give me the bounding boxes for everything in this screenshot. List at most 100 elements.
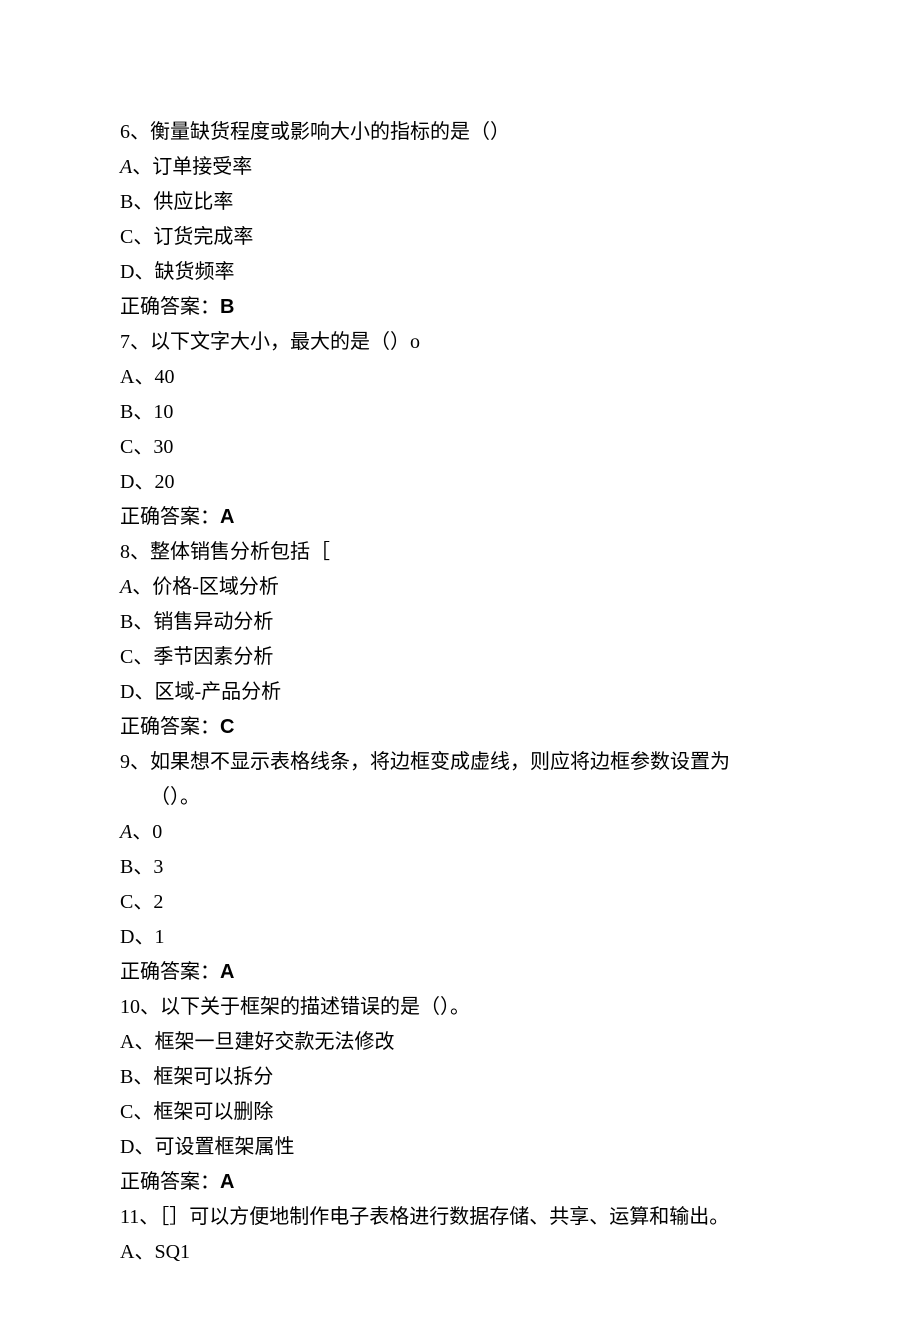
question-option: C、框架可以删除	[120, 1095, 800, 1130]
option-sep: 、	[133, 1066, 153, 1088]
option-sep: 、	[134, 681, 154, 703]
option-sep: 、	[134, 471, 154, 493]
option-letter: A	[120, 1031, 134, 1053]
option-text: 季节因素分析	[153, 646, 273, 668]
question-option: A、SQ1	[120, 1235, 800, 1270]
option-letter: A	[120, 821, 132, 843]
question-option: D、1	[120, 920, 800, 955]
question-option: D、缺货频率	[120, 255, 800, 290]
option-sep: 、	[133, 191, 153, 213]
answer-value: A	[220, 961, 234, 983]
answer-value: C	[220, 716, 234, 738]
question-number: 10、	[120, 996, 160, 1018]
question-option: D、可设置框架属性	[120, 1130, 800, 1165]
option-text: 框架可以删除	[153, 1101, 273, 1123]
question-option: A、40	[120, 360, 800, 395]
answer-line: 正确答案：B	[120, 290, 800, 325]
option-letter: A	[120, 366, 134, 388]
option-letter: D	[120, 261, 134, 283]
option-text: 销售异动分析	[153, 611, 273, 633]
document-content: 6、衡量缺货程度或影响大小的指标的是（） A、订单接受率 B、供应比率 C、订货…	[120, 115, 800, 1270]
question-stem: 6、衡量缺货程度或影响大小的指标的是（）	[120, 115, 800, 150]
answer-label: 正确答案：	[120, 506, 220, 528]
option-letter: C	[120, 226, 133, 248]
question-option: A、0	[120, 815, 800, 850]
option-letter: C	[120, 646, 133, 668]
question-option: B、销售异动分析	[120, 605, 800, 640]
option-sep: 、	[133, 436, 153, 458]
question-number: 7、	[120, 331, 150, 353]
option-text: 0	[152, 821, 162, 843]
option-text: SQ1	[154, 1241, 190, 1263]
question-number: 11、	[120, 1206, 159, 1228]
question-option: A、框架一旦建好交款无法修改	[120, 1025, 800, 1060]
option-sep: 、	[133, 891, 153, 913]
option-sep: 、	[133, 611, 153, 633]
option-sep: 、	[132, 156, 152, 178]
answer-value: A	[220, 1171, 234, 1193]
option-letter: C	[120, 891, 133, 913]
option-sep: 、	[134, 1241, 154, 1263]
question-text: 衡量缺货程度或影响大小的指标的是（）	[150, 121, 510, 143]
option-letter: D	[120, 471, 134, 493]
answer-line: 正确答案：A	[120, 955, 800, 990]
option-letter: A	[120, 576, 132, 598]
option-letter: D	[120, 926, 134, 948]
option-text: 供应比率	[153, 191, 233, 213]
question-text: 如果想不显示表格线条，将边框变成虚线，则应将边框参数设置为	[150, 751, 730, 773]
option-text: 区域-产品分析	[154, 681, 281, 703]
answer-label: 正确答案：	[120, 716, 220, 738]
option-letter: B	[120, 856, 133, 878]
question-stem: 7、以下文字大小，最大的是（）o	[120, 325, 800, 360]
question-option: B、框架可以拆分	[120, 1060, 800, 1095]
option-letter: A	[120, 1241, 134, 1263]
question-option: C、30	[120, 430, 800, 465]
question-stem: 10、以下关于框架的描述错误的是（）。	[120, 990, 800, 1025]
question-number: 8、	[120, 541, 150, 563]
question-stem: 8、整体销售分析包括［	[120, 535, 800, 570]
question-text: ［］可以方便地制作电子表格进行数据存储、共享、运算和输出。	[159, 1206, 729, 1228]
option-text: 1	[154, 926, 164, 948]
option-sep: 、	[133, 1101, 153, 1123]
question-stem: 9、如果想不显示表格线条，将边框变成虚线，则应将边框参数设置为	[120, 745, 800, 780]
question-option: A、价格-区域分析	[120, 570, 800, 605]
option-sep: 、	[134, 1031, 154, 1053]
question-option: C、2	[120, 885, 800, 920]
option-text: 缺货频率	[154, 261, 234, 283]
question-number: 6、	[120, 121, 150, 143]
question-option: A、订单接受率	[120, 150, 800, 185]
option-letter: C	[120, 436, 133, 458]
option-letter: B	[120, 1066, 133, 1088]
question-stem-cont: （）。	[120, 780, 800, 815]
option-sep: 、	[132, 821, 152, 843]
question-text-cont: （）。	[150, 786, 200, 808]
option-letter: D	[120, 681, 134, 703]
option-letter: B	[120, 401, 133, 423]
question-option: C、季节因素分析	[120, 640, 800, 675]
answer-label: 正确答案：	[120, 961, 220, 983]
option-sep: 、	[132, 576, 152, 598]
question-text: 以下文字大小，最大的是（）o	[150, 331, 420, 353]
answer-line: 正确答案：C	[120, 710, 800, 745]
option-text: 订货完成率	[153, 226, 253, 248]
option-letter: B	[120, 611, 133, 633]
answer-value: B	[220, 296, 234, 318]
option-text: 30	[153, 436, 173, 458]
option-text: 20	[154, 471, 174, 493]
option-sep: 、	[133, 646, 153, 668]
option-text: 可设置框架属性	[154, 1136, 294, 1158]
option-letter: D	[120, 1136, 134, 1158]
question-text: 整体销售分析包括［	[150, 541, 330, 563]
question-option: D、区域-产品分析	[120, 675, 800, 710]
question-option: B、10	[120, 395, 800, 430]
option-sep: 、	[133, 856, 153, 878]
option-letter: C	[120, 1101, 133, 1123]
option-letter: A	[120, 156, 132, 178]
answer-label: 正确答案：	[120, 1171, 220, 1193]
option-sep: 、	[134, 926, 154, 948]
option-sep: 、	[133, 401, 153, 423]
option-text: 2	[153, 891, 163, 913]
option-sep: 、	[134, 1136, 154, 1158]
option-text: 价格-区域分析	[152, 576, 279, 598]
question-option: B、供应比率	[120, 185, 800, 220]
